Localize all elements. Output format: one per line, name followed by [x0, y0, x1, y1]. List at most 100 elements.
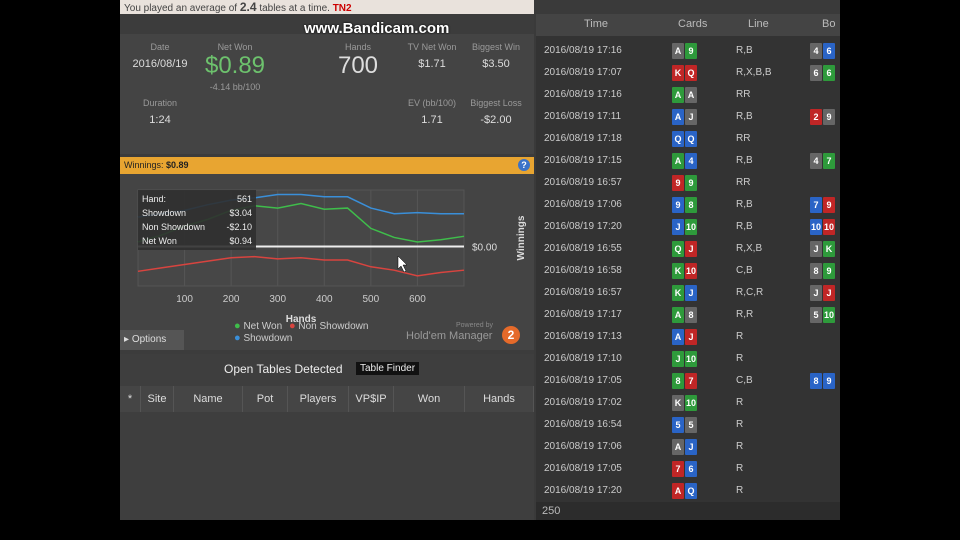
hole-card: 6	[685, 461, 697, 477]
duration-value: 1:24	[149, 114, 171, 126]
x-tick-label: 500	[363, 294, 380, 305]
header-cards[interactable]: Cards	[678, 18, 707, 30]
hud-window: You played an average of 2.4 tables at a…	[120, 0, 840, 520]
hand-row[interactable]: 2016/08/19 16:57 9 9 RR	[536, 172, 840, 194]
hand-row[interactable]: 2016/08/19 17:15 A 4 R,B 4 7	[536, 150, 840, 172]
bandicam-watermark: www.Bandicam.com	[304, 20, 450, 37]
biggest-win-value: $3.50	[482, 58, 510, 70]
board-card: 9	[823, 109, 835, 125]
hole-card: A	[672, 43, 684, 59]
board-card: 9	[823, 263, 835, 279]
hand-row[interactable]: 2016/08/19 17:10 J 10 R	[536, 348, 840, 370]
hole-cards: K 10	[672, 263, 698, 279]
legend-non-showdown: Non Showdown	[298, 321, 369, 332]
board-card: 6	[823, 43, 835, 59]
hole-card: 9	[672, 197, 684, 213]
col-vpip[interactable]: VP$IP	[349, 386, 394, 412]
hand-time: 2016/08/19 17:02	[544, 397, 622, 408]
hole-card: A	[672, 307, 684, 323]
hole-card: Q	[685, 131, 697, 147]
hand-row[interactable]: 2016/08/19 17:05 8 7 C,B 8 9	[536, 370, 840, 392]
hand-line: C,B	[736, 375, 753, 386]
hole-card: J	[672, 219, 684, 235]
hand-row[interactable]: 2016/08/19 17:11 A J R,B 2 9	[536, 106, 840, 128]
hand-line: R,B	[736, 45, 753, 56]
x-tick-label: 200	[223, 294, 240, 305]
hand-row[interactable]: 2016/08/19 16:55 Q J R,X,B J K	[536, 238, 840, 260]
hand-row[interactable]: 2016/08/19 17:16 A A RR	[536, 84, 840, 106]
hand-time: 2016/08/19 17:18	[544, 133, 622, 144]
hand-row[interactable]: 2016/08/19 17:07 K Q R,X,B,B 6 6	[536, 62, 840, 84]
hand-line: R	[736, 463, 744, 474]
hole-card: K	[672, 395, 684, 411]
col-hands[interactable]: Hands	[465, 386, 534, 412]
net-won-value: $0.89	[204, 52, 266, 79]
board-cards: 79	[810, 197, 836, 213]
hole-card: Q	[685, 483, 697, 499]
board-cards: 47	[810, 153, 836, 169]
hole-cards: AJ	[672, 329, 698, 345]
board-cards: JJ	[810, 285, 836, 301]
hand-row[interactable]: 2016/08/19 17:05 7 6 R	[536, 458, 840, 480]
hole-card: J	[672, 351, 684, 367]
hand-row[interactable]: 2016/08/19 17:06 A J R	[536, 436, 840, 458]
hole-card: Q	[672, 131, 684, 147]
col-players[interactable]: Players	[288, 386, 349, 412]
stat-ev: EV (bb/100) 1.71	[400, 98, 464, 126]
col-site[interactable]: Site	[141, 386, 174, 412]
hand-row[interactable]: 2016/08/19 17:20 A Q R	[536, 480, 840, 502]
hand-time: 2016/08/19 17:11	[544, 111, 622, 122]
board-cards: JK	[810, 241, 836, 257]
hole-card: Q	[685, 65, 697, 81]
hand-time: 2016/08/19 17:06	[544, 441, 622, 452]
powered-by: Powered by	[456, 322, 493, 329]
hole-card: K	[672, 263, 684, 279]
hole-cards: J 10	[672, 351, 698, 367]
board-card: 7	[823, 153, 835, 169]
hole-cards: KQ	[672, 65, 698, 81]
hand-row[interactable]: 2016/08/19 17:02 K 10 R	[536, 392, 840, 414]
hand-row[interactable]: 2016/08/19 16:57 K J R,C,R J J	[536, 282, 840, 304]
col-won[interactable]: Won	[394, 386, 465, 412]
hand-row[interactable]: 2016/08/19 17:16 A 9 R,B 4 6	[536, 40, 840, 62]
options-button[interactable]: ▸ Options	[120, 330, 184, 350]
hand-line: R,B	[736, 155, 753, 166]
tv-value: $1.71	[418, 58, 446, 70]
hole-cards: AQ	[672, 483, 698, 499]
hole-cards: A4	[672, 153, 698, 169]
tooltip-label: Non Showdown	[142, 222, 205, 232]
x-tick-label: 600	[409, 294, 426, 305]
hand-row[interactable]: 2016/08/19 16:54 5 5 R	[536, 414, 840, 436]
legend-showdown-marker: ●	[234, 332, 241, 344]
header-board[interactable]: Bo	[822, 18, 835, 30]
board-card: 9	[823, 197, 835, 213]
table-finder-button[interactable]: Table Finder	[356, 362, 420, 375]
hole-cards: J 10	[672, 219, 698, 235]
notice-tables: 2.4	[239, 0, 257, 14]
hand-row[interactable]: 2016/08/19 17:06 9 8 R,B 7 9	[536, 194, 840, 216]
info-icon[interactable]: ?	[518, 159, 530, 171]
hand-row[interactable]: 2016/08/19 17:18 Q Q RR	[536, 128, 840, 150]
hand-time: 2016/08/19 16:54	[544, 419, 622, 430]
hole-card: 7	[672, 461, 684, 477]
hand-row[interactable]: 2016/08/19 16:58 K 10 C,B 8 9	[536, 260, 840, 282]
header-line[interactable]: Line	[748, 18, 769, 30]
board-cards: 29	[810, 109, 836, 125]
board-card: 4	[810, 153, 822, 169]
hand-time: 2016/08/19 17:16	[544, 89, 622, 100]
hand-row[interactable]: 2016/08/19 17:20 J 10 R,B 10 10	[536, 216, 840, 238]
hand-time: 2016/08/19 17:17	[544, 309, 622, 320]
winnings-label: Winnings:	[124, 160, 164, 170]
board-cards: 89	[810, 373, 836, 389]
col-star[interactable]: *	[120, 386, 141, 412]
hand-row[interactable]: 2016/08/19 17:17 A 8 R,R 5 10	[536, 304, 840, 326]
header-time[interactable]: Time	[584, 18, 608, 30]
hand-line: R,X,B,B	[736, 67, 772, 78]
col-pot[interactable]: Pot	[243, 386, 288, 412]
biggest-win-label: Biggest Win	[471, 42, 521, 52]
hand-time: 2016/08/19 17:16	[544, 45, 622, 56]
stat-biggest-win: Biggest Win $3.50	[464, 42, 528, 70]
col-name[interactable]: Name	[174, 386, 243, 412]
hand-row[interactable]: 2016/08/19 17:13 A J R	[536, 326, 840, 348]
hand-line: R	[736, 485, 744, 496]
